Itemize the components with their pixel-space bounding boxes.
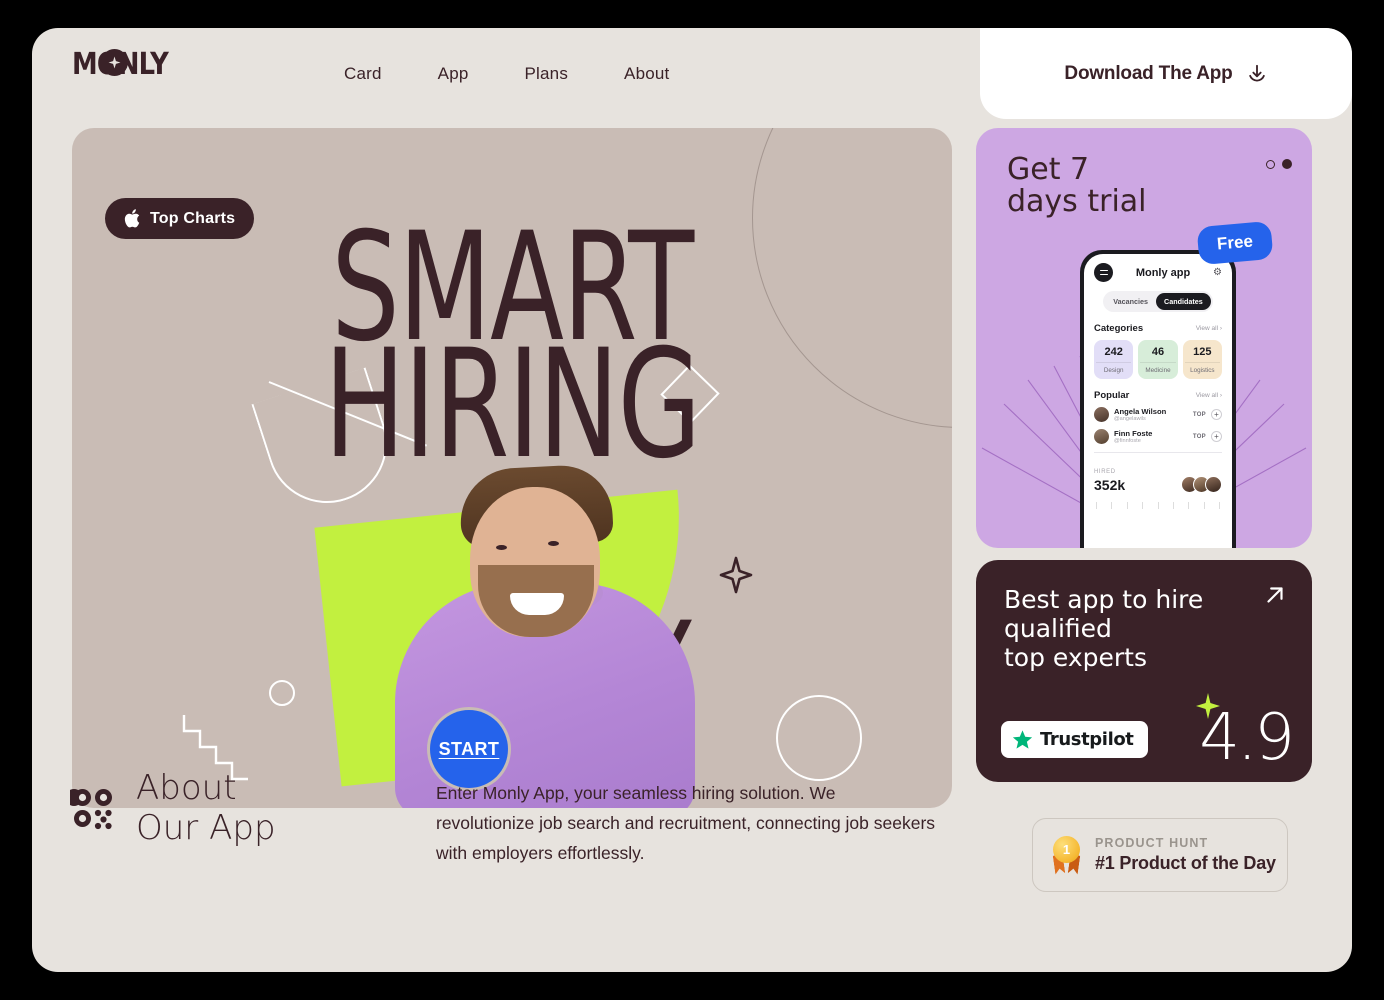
phone-mockup: Monly app ⚙ Vacancies Candidates Categor… [1080, 250, 1236, 548]
start-button[interactable]: START [430, 710, 508, 788]
categories-view-all[interactable]: View all › [1196, 325, 1222, 332]
carousel-dot-1[interactable] [1266, 159, 1275, 169]
nav-item-about[interactable]: About [624, 64, 669, 84]
app-page: MONLY Card App Plans About Download The … [32, 28, 1352, 972]
hired-text: HIRED 352k [1094, 460, 1125, 493]
tab-candidates[interactable]: Candidates [1156, 293, 1211, 310]
category-list: 242 Design 46 Medicine 125 Logistics [1094, 340, 1222, 379]
hamburger-icon[interactable] [1094, 263, 1113, 282]
category-count: 46 [1151, 346, 1165, 358]
about-title-line-2: Our App [136, 808, 276, 849]
category-label: Logistics [1184, 362, 1220, 374]
rating-score: 4.9 [1199, 701, 1295, 775]
free-trial-card[interactable]: Get 7 days trial Free Monly app ⚙ Vacanc… [976, 128, 1312, 548]
popular-section-header: Popular View all › [1094, 390, 1222, 401]
chart-ticks [1094, 502, 1222, 510]
tab-vacancies[interactable]: Vacancies [1105, 293, 1156, 310]
product-hunt-value: #1 Product of the Day [1095, 853, 1276, 873]
person-eye-left [496, 545, 507, 550]
hired-value: 352k [1094, 476, 1126, 493]
product-hunt-badge[interactable]: 1 PRODUCT HUNT #1 Product of the Day [1032, 818, 1288, 892]
carousel-dot-2[interactable] [1282, 159, 1292, 169]
avatar [1094, 429, 1109, 444]
category-card-logistics[interactable]: 125 Logistics [1182, 340, 1222, 379]
candidate-handle: @angelawils [1114, 416, 1146, 422]
nav-item-app[interactable]: App [438, 64, 469, 84]
download-icon [1246, 63, 1268, 85]
category-card-design[interactable]: 242 Design [1094, 340, 1134, 379]
qr-grid-icon [65, 785, 118, 838]
arrow-up-right-icon[interactable] [1262, 582, 1288, 613]
category-card-medicine[interactable]: 46 Medicine [1138, 340, 1178, 379]
trustpilot-badge[interactable]: Trustpilot [1001, 721, 1148, 758]
candidate-info: Angela Wilson @angelawils [1114, 407, 1188, 422]
avatar [1205, 476, 1222, 494]
carousel-dots[interactable] [1266, 159, 1292, 169]
add-candidate-button[interactable]: + [1211, 431, 1222, 442]
trial-title-line-1: Get 7 [1007, 152, 1090, 187]
trustpilot-star-icon [1012, 729, 1033, 750]
trustpilot-label: Trustpilot [1040, 729, 1134, 750]
trust-title-line-1: Best app to hire [1004, 585, 1204, 614]
page-title: About Our App [136, 768, 276, 848]
apple-icon [124, 209, 140, 228]
avatar [1094, 407, 1109, 422]
trustpilot-card[interactable]: Best app to hire qualified top experts T… [976, 560, 1312, 782]
category-count: 242 [1104, 346, 1123, 358]
categories-section-header: Categories View all › [1094, 323, 1222, 334]
nav-item-card[interactable]: Card [344, 64, 382, 84]
hired-label: HIRED [1094, 468, 1116, 475]
category-label: Medicine [1140, 362, 1176, 374]
status-badge: TOP [1192, 411, 1206, 418]
hero-person-photo [350, 453, 740, 808]
candidate-name: Finn Foste [1114, 429, 1153, 438]
category-count: 125 [1193, 346, 1212, 358]
trust-title: Best app to hire qualified top experts [1004, 585, 1203, 672]
list-item[interactable]: Finn Foste @finnfoste TOP + [1094, 429, 1222, 444]
hired-avatar-stack [1181, 476, 1222, 494]
main-nav: Card App Plans About [344, 64, 669, 84]
site-header: MONLY Card App Plans About Download The … [32, 28, 1352, 123]
hero-banner: SMART HIRING TODAY [72, 128, 952, 808]
top-charts-button[interactable]: Top Charts [105, 198, 255, 239]
trust-title-line-2: qualified [1004, 614, 1112, 643]
phone-screen: Monly app ⚙ Vacancies Candidates Categor… [1084, 254, 1232, 548]
phone-app-header: Monly app ⚙ [1094, 263, 1222, 282]
medal-number: 1 [1053, 836, 1080, 863]
candidate-info: Finn Foste @finnfoste [1114, 429, 1188, 444]
gold-medal-icon: 1 [1050, 836, 1082, 874]
start-button-label: START [438, 738, 500, 759]
download-app-button[interactable]: Download The App [980, 28, 1352, 119]
category-label: Design [1096, 362, 1132, 374]
about-description: Enter Monly App, your seamless hiring so… [436, 783, 936, 864]
phone-app-title: Monly app [1135, 266, 1191, 279]
gear-icon[interactable]: ⚙ [1213, 267, 1222, 278]
trial-title: Get 7 days trial [1007, 152, 1147, 220]
product-hunt-label: PRODUCT HUNT [1095, 836, 1209, 850]
nav-item-plans[interactable]: Plans [525, 64, 569, 84]
hired-stat: HIRED 352k [1094, 460, 1222, 494]
download-app-label: Download The App [1064, 62, 1233, 84]
person-eye-right [548, 541, 559, 546]
status-badge: TOP [1192, 433, 1206, 440]
divider [1094, 452, 1222, 453]
brand-logo[interactable]: MONLY [72, 49, 184, 80]
about-title-line-1: About [136, 768, 237, 808]
popular-heading: Popular [1094, 390, 1130, 401]
free-badge: Free [1196, 220, 1274, 266]
trust-title-line-3: top experts [1004, 643, 1148, 672]
top-charts-label: Top Charts [150, 209, 236, 227]
trial-title-line-2: days trial [1007, 184, 1147, 220]
list-item[interactable]: Angela Wilson @angelawils TOP + [1094, 407, 1222, 422]
categories-heading: Categories [1094, 323, 1144, 334]
add-candidate-button[interactable]: + [1211, 409, 1222, 420]
candidate-name: Angela Wilson [1114, 407, 1167, 416]
candidate-handle: @finnfoste [1114, 438, 1141, 444]
popular-view-all[interactable]: View all › [1196, 392, 1222, 399]
phone-tabs: Vacancies Candidates [1103, 291, 1213, 312]
product-hunt-text: PRODUCT HUNT #1 Product of the Day [1095, 836, 1276, 874]
sparkle-in-circle-icon [101, 49, 128, 76]
